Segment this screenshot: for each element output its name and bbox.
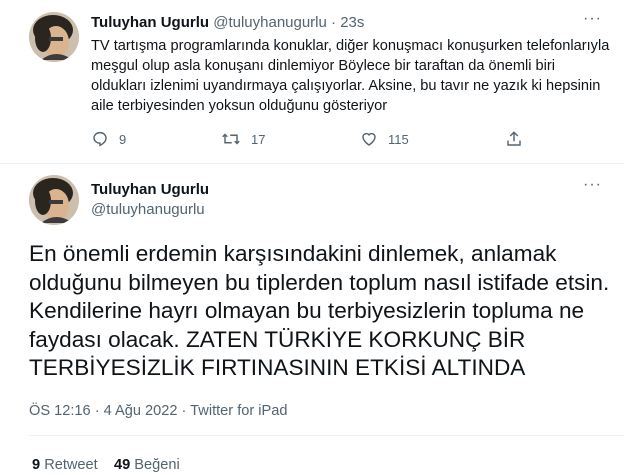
separator: · [331,14,337,31]
share-button[interactable] [505,130,523,148]
reply-icon [93,131,107,147]
divider [29,435,624,436]
reply-count: 9 [119,131,127,147]
main-tweet-text: En önemli erdemin karşısındakini dinleme… [29,241,610,380]
retweets-label: Retweet [44,457,98,473]
heart-icon [362,132,376,146]
author-handle[interactable]: @tuluyhanugurlu [91,200,205,220]
more-options-button[interactable]: ··· [583,176,602,194]
retweets-link[interactable]: 9 Retweet [32,457,98,473]
reply-button[interactable]: 9 [91,130,126,148]
retweet-count: 17 [251,131,266,147]
likes-label: Beğeni [134,457,180,473]
retweet-icon [222,133,240,145]
reply-tweet-text: TV tartışma programlarında konuklar, diğ… [91,38,610,114]
retweet-button[interactable]: 17 [221,130,265,148]
tweet-actions: 9 17 115 [91,130,531,152]
more-options-button[interactable]: ··· [583,10,602,28]
tweet-time[interactable]: 23s [340,14,364,31]
like-count: 115 [388,131,409,147]
tweet-timestamp[interactable]: ÖS 12:16 · 4 Ağu 2022 · Twitter for iPad [29,401,288,421]
reply-tweet[interactable]: Tuluyhan Ugurlu @tuluyhanugurlu · 23s ··… [0,0,624,164]
author-name[interactable]: Tuluyhan Ugurlu [91,14,209,31]
likes-link[interactable]: 49 Beğeni [114,457,180,473]
author-handle[interactable]: @tuluyhanugurlu [213,14,327,31]
share-icon [507,131,521,146]
tweet-stats: 9 Retweet 49 Beğeni [32,455,180,475]
avatar[interactable] [29,175,79,225]
author-name[interactable]: Tuluyhan Ugurlu [91,180,209,200]
retweets-count: 9 [32,457,41,473]
avatar[interactable] [29,12,79,62]
likes-count: 49 [113,457,131,473]
like-button[interactable]: 115 [360,130,409,148]
reply-tweet-header: Tuluyhan Ugurlu @tuluyhanugurlu · 23s [91,13,364,33]
